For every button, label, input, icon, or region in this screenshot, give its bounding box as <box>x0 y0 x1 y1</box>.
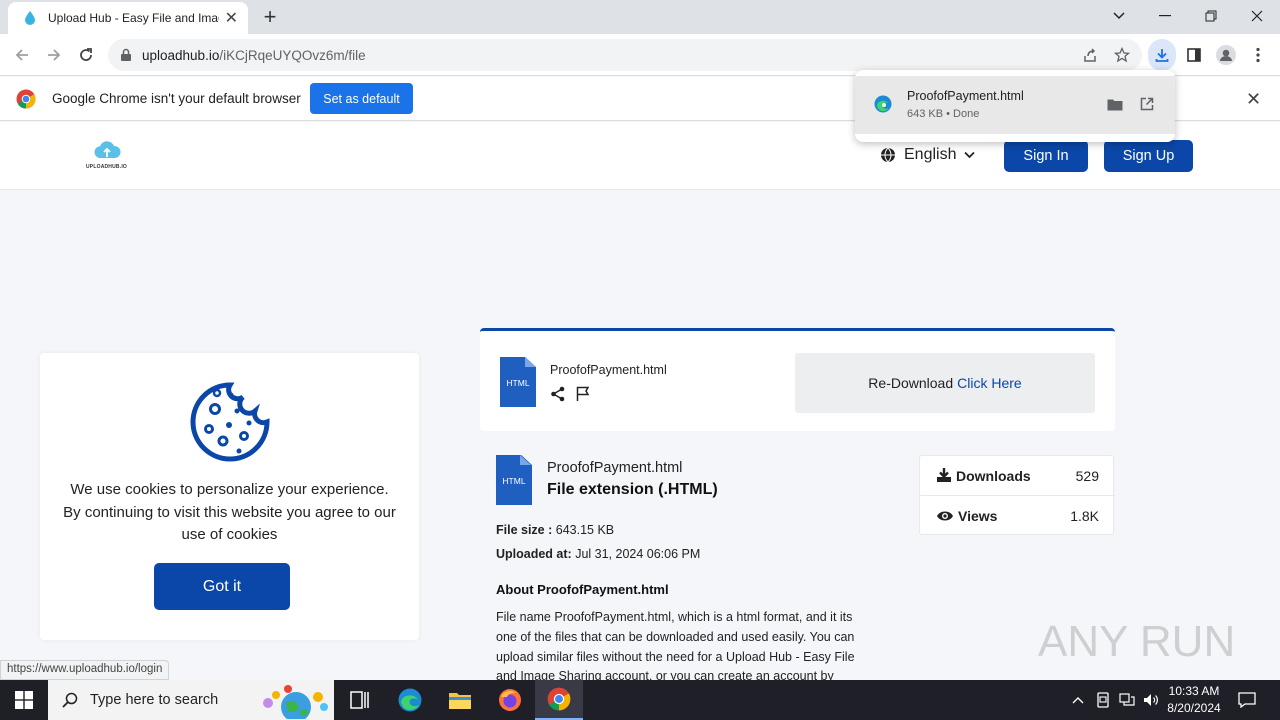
got-it-button[interactable]: Got it <box>154 563 290 610</box>
report-flag-icon[interactable] <box>575 386 591 402</box>
anyrun-watermark: ANY RUN <box>1038 608 1238 670</box>
site-favicon-icon <box>22 10 38 26</box>
minimize-button[interactable] <box>1142 0 1188 32</box>
search-placeholder: Type here to search <box>90 692 219 708</box>
html-file-icon: HTML <box>496 455 532 505</box>
new-tab-button[interactable]: + <box>258 6 282 28</box>
tab-title: Upload Hub - Easy File and Imag <box>48 11 219 25</box>
watermark-text: ANY RUN <box>1038 617 1235 666</box>
search-highlight-icon <box>263 685 328 719</box>
sign-up-button[interactable]: Sign Up <box>1104 140 1193 172</box>
file-stats-box: Downloads 529 Views 1.8K <box>919 455 1115 536</box>
logo-text: UPLOADHUB.IO <box>86 164 128 170</box>
edge-taskbar-icon[interactable] <box>386 680 434 720</box>
download-item[interactable]: ProofofPayment.html 643 KB • Done <box>855 76 1175 134</box>
firefox-icon[interactable] <box>486 680 534 720</box>
address-bar[interactable]: uploadhub.io/iKCjRqeUYQOvz6m/file <box>108 39 1142 71</box>
about-heading: About ProofofPayment.html <box>496 582 669 597</box>
chrome-logo-icon <box>16 89 36 109</box>
profile-avatar-icon[interactable] <box>1215 44 1237 66</box>
restore-button[interactable] <box>1188 0 1234 32</box>
close-window-button[interactable] <box>1234 0 1280 32</box>
redownload-text: Re-Download <box>868 375 954 391</box>
uploadhub-logo[interactable]: UPLOADHUB.IO <box>86 140 128 174</box>
chrome-menu-icon[interactable] <box>1247 44 1269 66</box>
sign-in-button[interactable]: Sign In <box>1004 140 1088 172</box>
download-filename: ProofofPayment.html <box>907 89 1024 103</box>
downloads-stat: Downloads 529 <box>920 456 1115 496</box>
file-name: ProofofPayment.html <box>550 363 667 377</box>
cookie-message: We use cookies to personalize your exper… <box>63 481 396 543</box>
downloads-icon[interactable] <box>1148 39 1176 71</box>
detail-file-name: ProofofPayment.html <box>547 460 683 476</box>
notification-icon[interactable] <box>1237 690 1257 710</box>
file-explorer-icon[interactable] <box>436 680 484 720</box>
click-here-link[interactable]: Click Here <box>957 375 1022 391</box>
volume-icon[interactable] <box>1141 690 1161 710</box>
task-view-icon[interactable] <box>336 680 384 720</box>
about-text: File name ProofofPayment.html, which is … <box>496 610 855 680</box>
open-external-icon[interactable] <box>1138 95 1156 113</box>
tray-chevron-up-icon[interactable] <box>1068 690 1088 710</box>
file-extension: File extension (.HTML) <box>547 481 718 498</box>
set-as-default-button[interactable]: Set as default <box>310 83 413 114</box>
download-icon <box>937 468 951 482</box>
meet-now-icon[interactable] <box>1093 690 1113 710</box>
side-panel-icon[interactable] <box>1183 44 1205 66</box>
browser-tab[interactable]: Upload Hub - Easy File and Imag ✕ <box>8 2 248 34</box>
chevron-down-icon <box>964 146 976 164</box>
taskbar-search-box[interactable]: Type here to search <box>48 680 334 720</box>
language-selector[interactable]: English <box>880 146 976 164</box>
lock-icon[interactable] <box>120 48 134 62</box>
globe-icon <box>880 147 896 163</box>
views-stat: Views 1.8K <box>920 496 1115 536</box>
language-label: English <box>904 146 957 163</box>
clock-date: 8/20/2024 <box>1167 701 1221 715</box>
share-icon[interactable] <box>550 386 566 402</box>
windows-taskbar: Type here to search 10:33 AM 8/20/2024 <box>0 680 1280 720</box>
windows-start-icon[interactable] <box>0 680 48 720</box>
file-size: File size : 643.15 KB <box>496 523 615 537</box>
redownload-box[interactable]: Re-Download Click Here <box>795 353 1095 413</box>
bookmark-star-icon[interactable] <box>1111 44 1133 66</box>
reload-icon[interactable] <box>75 44 97 66</box>
uploaded-at: Uploaded at: Jul 31, 2024 06:06 PM <box>496 547 701 561</box>
taskbar-clock[interactable]: 10:33 AM 8/20/2024 <box>1160 683 1228 717</box>
show-in-folder-icon[interactable] <box>1106 95 1124 113</box>
tab-search-icon[interactable] <box>1096 0 1142 32</box>
chrome-taskbar-icon[interactable] <box>535 680 583 720</box>
download-status: 643 KB • Done <box>907 108 980 120</box>
back-icon[interactable] <box>11 44 33 66</box>
html-file-icon: HTML <box>500 357 536 407</box>
cookie-icon <box>189 381 271 463</box>
url-text: uploadhub.io/iKCjRqeUYQOvz6m/file <box>142 47 366 63</box>
tab-strip: Upload Hub - Easy File and Imag ✕ + <box>0 0 1280 34</box>
status-bar-url: https://www.uploadhub.io/login <box>0 660 170 680</box>
network-icon[interactable] <box>1117 690 1137 710</box>
clock-time: 10:33 AM <box>1168 684 1220 698</box>
share-page-icon[interactable] <box>1079 44 1101 66</box>
tab-close-icon[interactable]: ✕ <box>225 8 238 28</box>
search-icon <box>62 692 78 708</box>
edge-file-icon <box>874 95 892 113</box>
infobar-close-icon[interactable]: ✕ <box>1246 89 1261 110</box>
infobar-message: Google Chrome isn't your default browser <box>52 91 301 106</box>
eye-icon <box>937 511 953 521</box>
forward-icon[interactable] <box>43 44 65 66</box>
cookie-consent-card: We use cookies to personalize your exper… <box>40 353 419 640</box>
file-download-panel: HTML ProofofPayment.html Re-Download Cli… <box>480 328 1115 431</box>
download-bubble: ProofofPayment.html 643 KB • Done <box>855 70 1175 142</box>
